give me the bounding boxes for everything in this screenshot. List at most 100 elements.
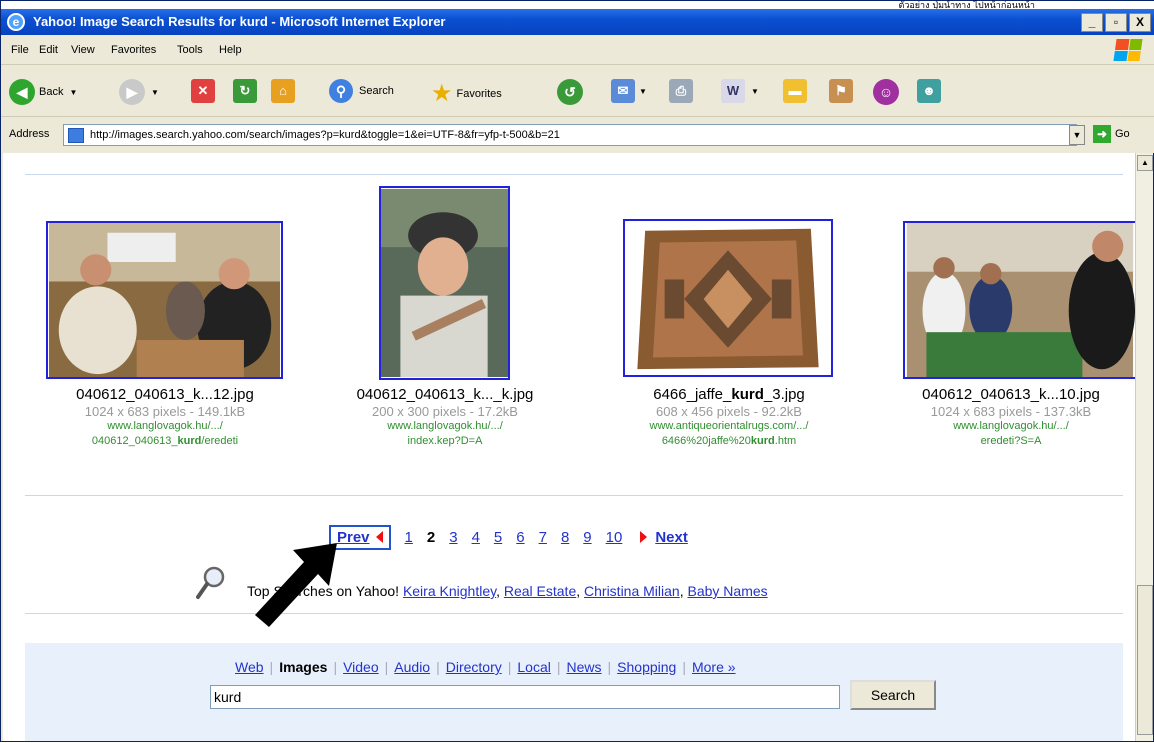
- edit-button[interactable]: W ▼: [721, 79, 759, 103]
- address-dropdown-icon[interactable]: ▼: [1069, 125, 1085, 145]
- result-thumbnail[interactable]: [903, 221, 1135, 379]
- result-filename[interactable]: 040612_040613_k...10.jpg: [889, 385, 1133, 404]
- result-thumbnail[interactable]: [379, 186, 510, 380]
- result-filename[interactable]: 040612_040613_k..._k.jpg: [315, 385, 575, 404]
- messenger-button[interactable]: ☺: [873, 79, 899, 105]
- tab-video[interactable]: Video: [343, 659, 379, 675]
- result-url[interactable]: www.antiqueorientalrugs.com/.../: [599, 419, 859, 434]
- dropdown-icon: ▼: [151, 87, 159, 97]
- menu-view[interactable]: View: [71, 44, 95, 56]
- messenger-icon: ☺: [873, 79, 899, 105]
- divider: [25, 613, 1123, 614]
- photo-rug: [625, 221, 831, 375]
- page-link-8[interactable]: 8: [561, 529, 569, 546]
- divider: [25, 174, 1123, 175]
- menu-edit[interactable]: Edit: [39, 44, 58, 56]
- minimize-button[interactable]: _: [1081, 13, 1103, 32]
- go-button[interactable]: ➜ Go: [1093, 125, 1130, 143]
- result-url[interactable]: 6466%20jaffe%20kurd.htm: [599, 434, 859, 449]
- result-thumbnail[interactable]: [623, 219, 833, 377]
- tab-audio[interactable]: Audio: [394, 659, 430, 675]
- top-search-link[interactable]: Real Estate: [504, 583, 576, 599]
- search-icon: ⚲: [329, 79, 353, 103]
- next-button[interactable]: Next: [655, 529, 688, 546]
- research-button[interactable]: ⚑: [829, 79, 853, 103]
- page-link-9[interactable]: 9: [583, 529, 591, 546]
- result-thumbnail[interactable]: [46, 221, 283, 379]
- home-button[interactable]: ⌂: [271, 79, 295, 103]
- search-submit-button[interactable]: Search: [850, 680, 936, 710]
- dropdown-icon: ▼: [639, 86, 647, 96]
- page-link-6[interactable]: 6: [516, 529, 524, 546]
- tab-news[interactable]: News: [567, 659, 602, 675]
- top-search-link[interactable]: Baby Names: [688, 583, 768, 599]
- result-filename[interactable]: 6466_jaffe_kurd_3.jpg: [599, 385, 859, 404]
- maximize-button[interactable]: ▫: [1105, 13, 1127, 32]
- page-content: 040612_040613_k...12.jpg 1024 x 683 pixe…: [3, 153, 1135, 741]
- page-link-1[interactable]: 1: [405, 529, 413, 546]
- prev-label: Prev: [337, 528, 370, 546]
- tab-shopping[interactable]: Shopping: [617, 659, 676, 675]
- star-icon: ★: [431, 80, 453, 107]
- result-caption: 040612_040613_k...12.jpg 1024 x 683 pixe…: [35, 385, 295, 449]
- refresh-icon: ↻: [233, 79, 257, 103]
- windows-logo-icon: [1113, 39, 1143, 61]
- forward-arrow-icon: ▶: [119, 79, 145, 105]
- tab-local[interactable]: Local: [517, 659, 550, 675]
- scroll-thumb[interactable]: [1137, 585, 1153, 735]
- address-url: http://images.search.yahoo.com/search/im…: [90, 129, 560, 141]
- result-url[interactable]: eredeti?S=A: [889, 434, 1133, 449]
- result-size: 608 x 456 pixels - 92.2kB: [656, 404, 802, 419]
- menu-file[interactable]: File: [11, 44, 29, 56]
- title-bar[interactable]: e Yahoo! Image Search Results for kurd -…: [1, 9, 1154, 35]
- result-caption: 040612_040613_k...10.jpg 1024 x 683 pixe…: [889, 385, 1133, 449]
- result-size: 1024 x 683 pixels - 137.3kB: [930, 404, 1092, 419]
- page-link-10[interactable]: 10: [606, 529, 623, 546]
- close-button[interactable]: X: [1129, 13, 1151, 32]
- address-input[interactable]: http://images.search.yahoo.com/search/im…: [63, 124, 1077, 146]
- top-search-link[interactable]: Keira Knightley: [403, 583, 496, 599]
- photo-people-table: [49, 223, 280, 377]
- tab-web[interactable]: Web: [235, 659, 264, 675]
- stop-button[interactable]: ✕: [191, 79, 215, 103]
- menu-favorites[interactable]: Favorites: [111, 44, 156, 56]
- prev-button[interactable]: Prev: [329, 524, 391, 550]
- page-link-3[interactable]: 3: [449, 529, 457, 546]
- scroll-up-icon[interactable]: ▲: [1137, 155, 1153, 171]
- go-label: Go: [1115, 128, 1130, 140]
- print-button[interactable]: ⎙: [669, 79, 693, 103]
- annotation-strip: ตัวอย่าง ปุ่มนำทาง ไปหน้าก่อนหน้า: [1, 1, 1154, 11]
- menu-tools[interactable]: Tools: [177, 44, 203, 56]
- back-arrow-icon: ◀: [9, 79, 35, 105]
- menu-help[interactable]: Help: [219, 44, 242, 56]
- mail-button[interactable]: ✉ ▼: [611, 79, 647, 103]
- history-icon: ↺: [557, 79, 583, 105]
- result-filename[interactable]: 040612_040613_k...12.jpg: [35, 385, 295, 404]
- tab-more[interactable]: More »: [692, 659, 736, 675]
- back-label: Back: [39, 86, 64, 98]
- contacts-icon: ☻: [917, 79, 941, 103]
- favorites-label: Favorites: [456, 87, 502, 100]
- folder-button[interactable]: ▬: [783, 79, 807, 103]
- contacts-button[interactable]: ☻: [917, 79, 941, 103]
- tab-directory[interactable]: Directory: [446, 659, 502, 675]
- search-input[interactable]: kurd: [210, 685, 840, 709]
- favorites-button[interactable]: ★ Favorites: [431, 79, 502, 108]
- history-button[interactable]: ↺: [557, 79, 583, 105]
- result-url[interactable]: 040612_040613_kurd/eredeti: [35, 434, 295, 449]
- vertical-scrollbar[interactable]: ▲: [1135, 153, 1153, 741]
- result-url[interactable]: www.langlovagok.hu/.../: [35, 419, 295, 434]
- page-link-4[interactable]: 4: [472, 529, 480, 546]
- result-url[interactable]: index.kep?D=A: [315, 434, 575, 449]
- page-link-7[interactable]: 7: [539, 529, 547, 546]
- forward-button[interactable]: ▶ ▼: [119, 79, 159, 105]
- result-size: 200 x 300 pixels - 17.2kB: [372, 404, 518, 419]
- refresh-button[interactable]: ↻: [233, 79, 257, 103]
- result-caption: 040612_040613_k..._k.jpg 200 x 300 pixel…: [315, 385, 575, 449]
- back-button[interactable]: ◀ Back ▼: [9, 79, 77, 105]
- result-url[interactable]: www.langlovagok.hu/.../: [315, 419, 575, 434]
- result-url[interactable]: www.langlovagok.hu/.../: [889, 419, 1133, 434]
- search-button[interactable]: ⚲ Search: [329, 79, 394, 103]
- top-search-link[interactable]: Christina Milian: [584, 583, 680, 599]
- page-link-5[interactable]: 5: [494, 529, 502, 546]
